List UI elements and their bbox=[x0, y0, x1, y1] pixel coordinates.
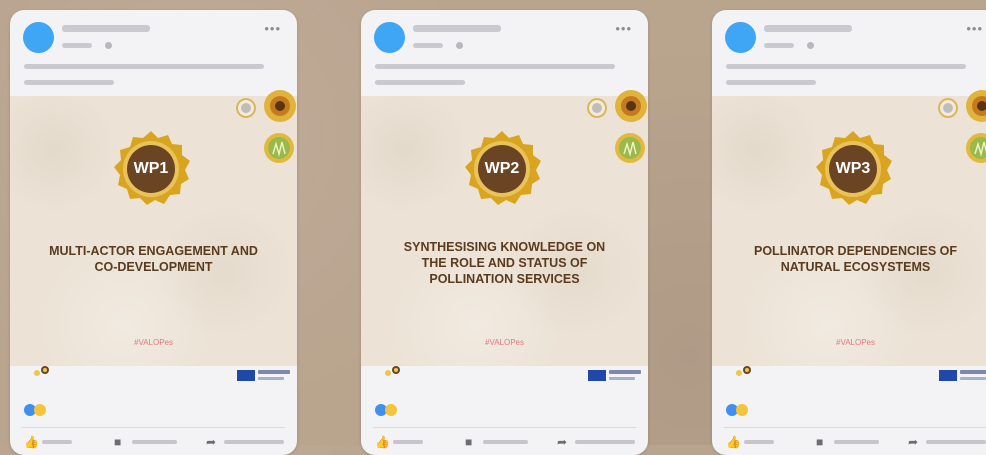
avatar[interactable] bbox=[23, 22, 54, 53]
like-button[interactable]: 👍 bbox=[375, 435, 435, 449]
post-title-line: THE ROLE AND STATUS OF bbox=[421, 256, 588, 270]
post-header: ••• bbox=[712, 10, 986, 96]
hashtag: #VALOPes bbox=[836, 338, 875, 347]
work-package-badge: WP3 bbox=[835, 160, 871, 177]
caption-line-1 bbox=[24, 64, 264, 69]
like-button[interactable]: 👍 bbox=[726, 435, 786, 449]
post-title-line: MULTI-ACTOR ENGAGEMENT AND bbox=[49, 244, 258, 258]
eu-flag-icon bbox=[939, 370, 957, 381]
author-name-placeholder[interactable] bbox=[413, 25, 501, 32]
eu-funding-text bbox=[609, 377, 635, 380]
flower-icon bbox=[615, 90, 647, 122]
timestamp-placeholder bbox=[62, 43, 92, 48]
reaction-love-icon bbox=[736, 404, 748, 416]
privacy-icon bbox=[456, 42, 463, 49]
eu-flag-icon bbox=[588, 370, 606, 381]
post-header: ••• bbox=[361, 10, 648, 96]
post-title-line: CO-DEVELOPMENT bbox=[94, 260, 213, 274]
post-card: ••• WP2 SYNTHESISING KNOWLEDGE ON THE RO… bbox=[361, 10, 648, 455]
grass-icon bbox=[615, 133, 645, 163]
caption-line-2 bbox=[375, 80, 465, 85]
eu-funding-text bbox=[960, 377, 986, 380]
share-button[interactable]: ➦ bbox=[206, 435, 286, 449]
share-icon: ➦ bbox=[908, 435, 919, 449]
timestamp-placeholder bbox=[413, 43, 443, 48]
divider bbox=[724, 427, 986, 428]
thumbs-up-icon: 👍 bbox=[726, 435, 741, 449]
eu-funding-text bbox=[258, 377, 284, 380]
bee-logo-icon bbox=[34, 366, 49, 376]
author-name-placeholder[interactable] bbox=[764, 25, 852, 32]
hashtag: #VALOPes bbox=[485, 338, 524, 347]
eu-flag-icon bbox=[237, 370, 255, 381]
eu-funding-text bbox=[960, 370, 986, 374]
timestamp-placeholder bbox=[764, 43, 794, 48]
eu-funding-text bbox=[258, 370, 290, 374]
comment-icon: ■ bbox=[816, 435, 824, 449]
post-image[interactable]: WP2 SYNTHESISING KNOWLEDGE ON THE ROLE A… bbox=[361, 90, 648, 381]
post-image[interactable]: WP1 MULTI-ACTOR ENGAGEMENT AND CO-DEVELO… bbox=[10, 90, 297, 381]
avatar[interactable] bbox=[374, 22, 405, 53]
caption-line-2 bbox=[726, 80, 816, 85]
share-icon: ➦ bbox=[557, 435, 568, 449]
pollen-icon bbox=[587, 98, 607, 118]
pollen-icon bbox=[938, 98, 958, 118]
reaction-love-icon bbox=[385, 404, 397, 416]
bee-logo-icon bbox=[385, 366, 400, 376]
post-title: MULTI-ACTOR ENGAGEMENT AND CO-DEVELOPMEN… bbox=[20, 243, 287, 275]
post-title-line: POLLINATOR DEPENDENCIES OF bbox=[753, 244, 958, 258]
eu-funding-text bbox=[609, 370, 641, 374]
avatar[interactable] bbox=[725, 22, 756, 53]
thumbs-up-icon: 👍 bbox=[24, 435, 39, 449]
caption-line-1 bbox=[726, 64, 966, 69]
more-options-icon[interactable]: ••• bbox=[264, 21, 281, 36]
grass-icon bbox=[966, 133, 986, 163]
share-button[interactable]: ➦ bbox=[908, 435, 986, 449]
flower-icon bbox=[966, 90, 986, 122]
post-title-line: POLLINATION SERVICES bbox=[429, 272, 580, 286]
flower-icon bbox=[264, 90, 296, 122]
comment-icon: ■ bbox=[114, 435, 122, 449]
comment-button[interactable]: ■ bbox=[816, 435, 886, 449]
reaction-love-icon bbox=[34, 404, 46, 416]
hashtag: #VALOPes bbox=[134, 338, 173, 347]
post-title: SYNTHESISING KNOWLEDGE ON THE ROLE AND S… bbox=[371, 239, 638, 287]
like-button[interactable]: 👍 bbox=[24, 435, 84, 449]
post-title: POLLINATOR DEPENDENCIES OF NATURAL ECOSY… bbox=[722, 243, 986, 275]
comment-button[interactable]: ■ bbox=[114, 435, 184, 449]
post-image[interactable]: WP3 POLLINATOR DEPENDENCIES OF NATURAL E… bbox=[712, 90, 986, 381]
more-options-icon[interactable]: ••• bbox=[966, 21, 983, 36]
post-card: ••• WP1 MULTI-ACTOR ENGAGEMENT AND CO-DE… bbox=[10, 10, 297, 455]
thumbs-up-icon: 👍 bbox=[375, 435, 390, 449]
bee-logo-icon bbox=[736, 366, 751, 376]
divider bbox=[373, 427, 636, 428]
post-title-line: SYNTHESISING KNOWLEDGE ON bbox=[403, 240, 606, 254]
grass-icon bbox=[264, 133, 294, 163]
post-title-line: NATURAL ECOSYSTEMS bbox=[780, 260, 931, 274]
post-header: ••• bbox=[10, 10, 297, 96]
share-button[interactable]: ➦ bbox=[557, 435, 637, 449]
caption-line-2 bbox=[24, 80, 114, 85]
caption-line-1 bbox=[375, 64, 615, 69]
privacy-icon bbox=[807, 42, 814, 49]
more-options-icon[interactable]: ••• bbox=[615, 21, 632, 36]
author-name-placeholder[interactable] bbox=[62, 25, 150, 32]
post-card: ••• WP3 POLLINATOR DEPENDENCIES OF NATUR… bbox=[712, 10, 986, 455]
work-package-badge: WP2 bbox=[484, 160, 520, 177]
share-icon: ➦ bbox=[206, 435, 217, 449]
privacy-icon bbox=[105, 42, 112, 49]
comment-button[interactable]: ■ bbox=[465, 435, 535, 449]
pollen-icon bbox=[236, 98, 256, 118]
divider bbox=[22, 427, 285, 428]
work-package-badge: WP1 bbox=[133, 160, 169, 177]
comment-icon: ■ bbox=[465, 435, 473, 449]
